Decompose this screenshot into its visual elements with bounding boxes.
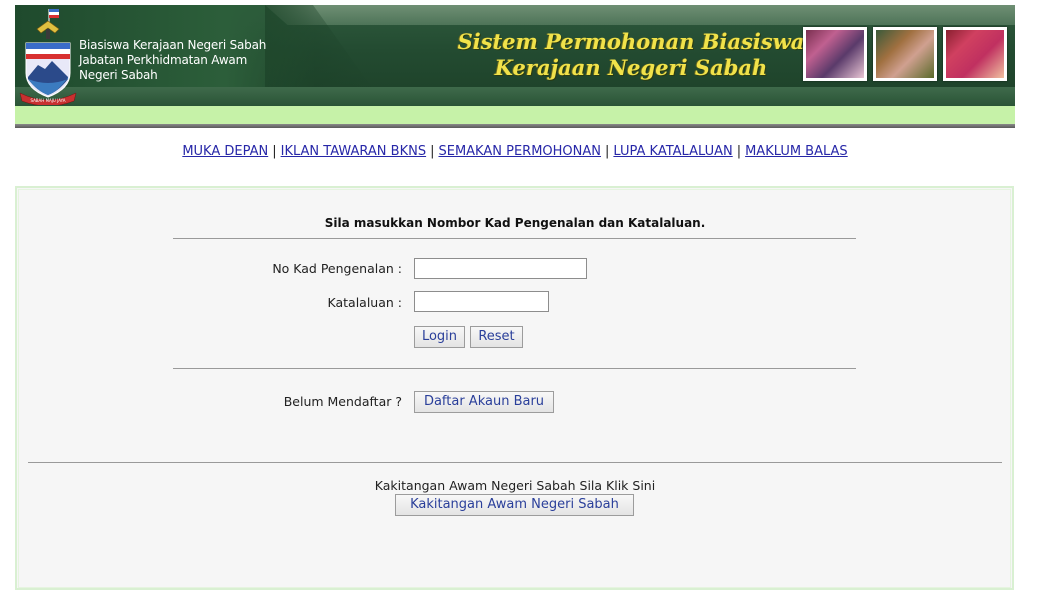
staff-prompt: Kakitangan Awam Negeri Sabah Sila Klik S…: [374, 478, 656, 493]
nav-iklan-tawaran[interactable]: IKLAN TAWARAN BKNS: [281, 144, 426, 159]
nav-semakan-permohonan[interactable]: SEMAKAN PERMOHONAN: [438, 144, 601, 159]
ic-number-input[interactable]: [414, 258, 587, 279]
login-panel: [15, 186, 1014, 590]
header-photos: [803, 27, 1007, 83]
nav-separator: |: [605, 144, 610, 159]
reset-button[interactable]: Reset: [470, 326, 523, 348]
agency-line-1: Biasiswa Kerajaan Negeri Sabah: [79, 38, 267, 52]
register-prompt: Belum Mendaftar ?: [283, 394, 402, 409]
header-banner: SABAH MAJU JAYA Biasiswa Kerajaan Negeri…: [15, 5, 1015, 106]
header-photo-1: [803, 27, 867, 81]
nav-muka-depan[interactable]: MUKA DEPAN: [182, 144, 268, 159]
login-panel-inner: [18, 189, 1011, 588]
header-photo-3: [943, 27, 1007, 81]
nav-separator: |: [736, 144, 742, 159]
ic-label: No Kad Pengenalan :: [272, 261, 402, 276]
top-navigation: MUKA DEPAN | IKLAN TAWARAN BKNS | SEMAKAN PE…: [0, 144, 1030, 159]
agency-line-3: Negeri Sabah: [79, 68, 158, 82]
agency-line-2: Jabatan Perkhidmatan Awam: [79, 53, 248, 67]
sabah-crest-logo: SABAH MAJU JAYA: [19, 9, 77, 105]
banner-top-band: [265, 5, 1015, 25]
nav-lupa-katalaluan[interactable]: LUPA KATALALUAN: [613, 144, 732, 159]
login-instruction: Sila masukkan Nombor Kad Pengenalan dan …: [324, 216, 706, 230]
divider-middle: [173, 368, 856, 369]
header-photo-2: [873, 27, 937, 81]
register-button[interactable]: Daftar Akaun Baru: [414, 391, 554, 413]
page-header: SABAH MAJU JAYA Biasiswa Kerajaan Negeri…: [15, 5, 1015, 128]
password-label: Katalaluan :: [327, 295, 403, 310]
system-title-line-2: Kerajaan Negeri Sabah: [494, 55, 768, 80]
nav-maklum-balas[interactable]: MAKLUM BALAS: [745, 144, 848, 159]
crest-motto: SABAH MAJU JAYA: [30, 98, 65, 103]
divider-bottom: [28, 462, 1002, 463]
banner-bottom-band: [15, 87, 1015, 106]
staff-login-button[interactable]: Kakitangan Awam Negeri Sabah: [395, 494, 634, 516]
header-light-strip: [15, 106, 1015, 124]
system-title-line-1: Sistem Permohonan Biasiswa: [457, 29, 805, 54]
system-title: Sistem Permohonan Biasiswa Kerajaan Nege…: [455, 29, 807, 81]
header-dark-strip: [15, 124, 1015, 128]
password-input[interactable]: [414, 291, 549, 312]
nav-separator: |: [272, 144, 277, 159]
agency-name: Biasiswa Kerajaan Negeri Sabah Jabatan P…: [79, 38, 266, 83]
login-button[interactable]: Login: [414, 326, 465, 348]
divider-top: [173, 238, 856, 239]
nav-separator: |: [430, 144, 435, 159]
